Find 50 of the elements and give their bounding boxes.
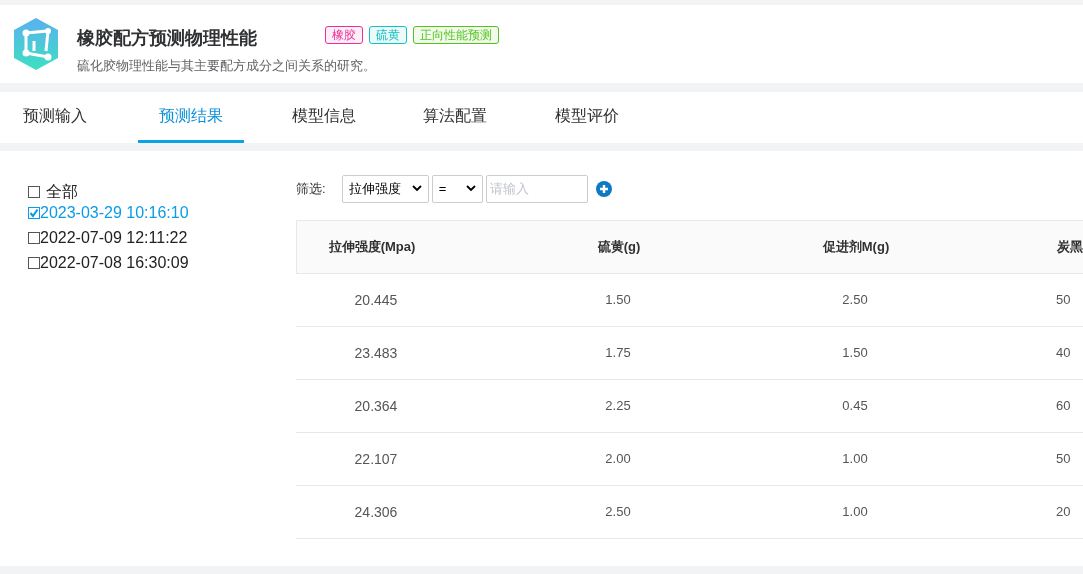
column-header: 拉伸强度(Mpa) xyxy=(328,239,416,255)
field-select[interactable]: 拉伸强度 xyxy=(341,174,429,203)
tag: 橡胶 xyxy=(325,26,363,44)
caret-icon xyxy=(465,185,476,192)
table-cell: 20.445 xyxy=(354,291,398,308)
column-header: 硫黄(g) xyxy=(597,239,641,255)
table-cell: 50 xyxy=(1056,451,1071,467)
filter-label: 筛选: xyxy=(296,179,326,198)
run-label: 2023-03-29 10:16:10 xyxy=(40,202,189,223)
table-cell: 2.25 xyxy=(605,398,631,414)
tab[interactable]: 预测输入 xyxy=(0,92,110,143)
checkbox[interactable] xyxy=(28,256,40,269)
table-cell: 40 xyxy=(1056,345,1071,361)
table-cell: 20 xyxy=(1056,504,1071,520)
table-cell: 24.306 xyxy=(354,503,398,520)
table-cell: 20.364 xyxy=(354,397,398,414)
table-cell: 1.00 xyxy=(842,504,868,520)
tab[interactable]: 预测结果 xyxy=(138,92,244,143)
table-cell: 2.50 xyxy=(842,292,868,308)
tag: 硫黄 xyxy=(369,26,407,44)
add-icon[interactable] xyxy=(595,180,612,197)
tab[interactable]: 模型信息 xyxy=(271,92,377,143)
operator-select[interactable]: = xyxy=(431,174,483,203)
run-label: 全部 xyxy=(46,181,78,202)
tab[interactable]: 模型评价 xyxy=(534,92,640,143)
table-cell: 60 xyxy=(1056,398,1071,414)
run-label: 2022-07-09 12:11:22 xyxy=(40,227,188,248)
table-cell: 1.50 xyxy=(605,292,631,308)
checkbox[interactable] xyxy=(28,206,40,219)
checkbox[interactable] xyxy=(28,231,40,244)
table-cell: 1.00 xyxy=(842,451,868,467)
page-title: 橡胶配方预测物理性能 xyxy=(77,27,257,50)
table-cell: 23.483 xyxy=(354,344,398,361)
value-input-field[interactable]: 请输入 xyxy=(485,174,588,203)
run-label: 2022-07-08 16:30:09 xyxy=(40,252,189,273)
logo-icon xyxy=(12,17,60,71)
column-header: 炭黑 xyxy=(1057,239,1083,255)
page-description: 硫化胶物理性能与其主要配方成分之间关系的研究。 xyxy=(77,57,377,75)
tag: 正向性能预测 xyxy=(413,26,499,44)
checkbox[interactable] xyxy=(28,185,40,198)
table-cell: 0.45 xyxy=(842,398,868,414)
table-cell: 22.107 xyxy=(354,450,398,467)
table-cell: 1.50 xyxy=(842,345,868,361)
column-header: 促进剂M(g) xyxy=(822,239,890,255)
caret-icon xyxy=(411,185,422,192)
tab[interactable]: 算法配置 xyxy=(402,92,508,143)
table-cell: 2.50 xyxy=(605,504,631,520)
table-cell: 2.00 xyxy=(605,451,631,467)
table-cell: 50 xyxy=(1056,292,1071,308)
table-cell: 1.75 xyxy=(605,345,631,361)
